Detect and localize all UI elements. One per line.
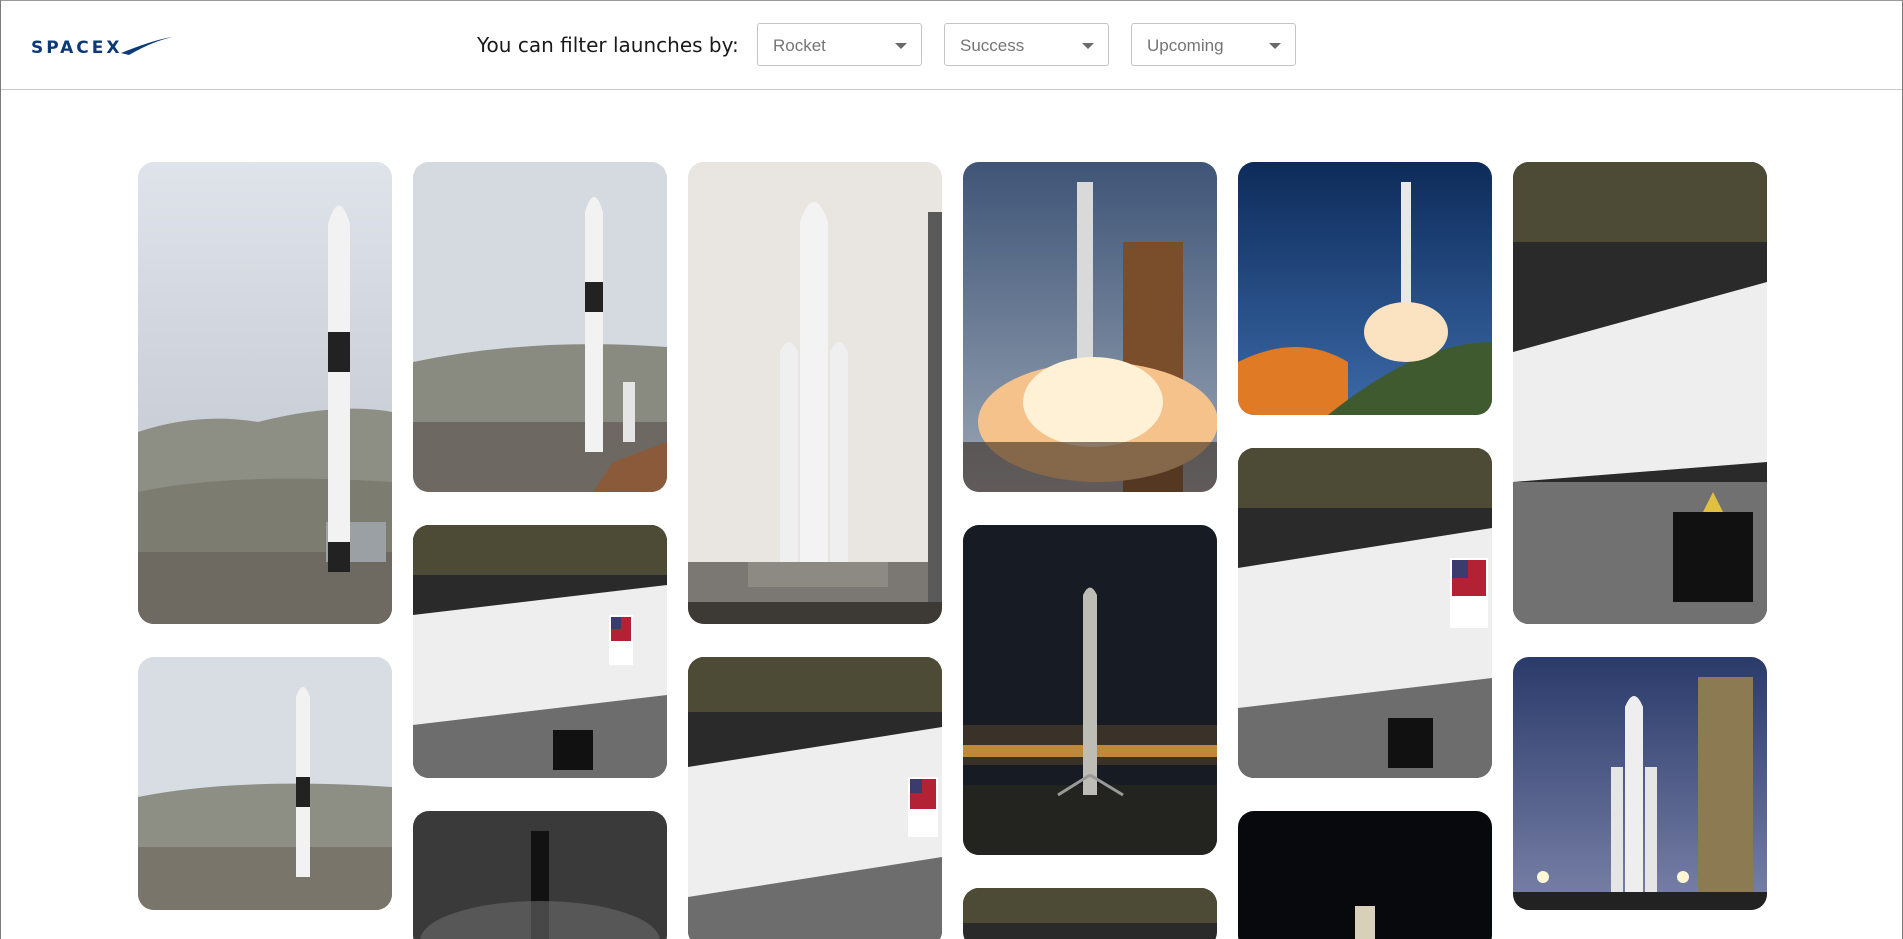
rocket-filter-select[interactable]: Rocket bbox=[757, 23, 922, 66]
falcon-heavy-night-photo-icon bbox=[1513, 657, 1767, 910]
launch-card[interactable] bbox=[963, 525, 1217, 855]
spacex-logo[interactable]: SPACEX bbox=[31, 31, 176, 61]
filter-label: You can filter launches by: bbox=[477, 33, 739, 57]
rocket-night-landing-photo-icon bbox=[963, 525, 1217, 855]
rocket-launch-photo-icon bbox=[963, 162, 1217, 492]
launch-card[interactable] bbox=[138, 162, 392, 624]
falcon-heavy-photo-icon bbox=[688, 162, 942, 624]
success-filter-value: Success bbox=[960, 36, 1025, 55]
success-filter-select[interactable]: Success bbox=[944, 23, 1109, 66]
launch-card[interactable] bbox=[413, 811, 667, 939]
rocket-hangar-photo-icon bbox=[1238, 448, 1492, 778]
rocket-on-pad-photo-icon bbox=[138, 657, 392, 910]
rocket-launch-photo-icon bbox=[1238, 162, 1492, 415]
rocket-hangar-photo-icon bbox=[688, 657, 942, 939]
launch-card[interactable] bbox=[1513, 162, 1767, 624]
launch-card[interactable] bbox=[1513, 657, 1767, 910]
rocket-hangar-photo-icon bbox=[1513, 162, 1767, 624]
launch-card[interactable] bbox=[688, 657, 942, 939]
launch-card[interactable] bbox=[413, 525, 667, 778]
rocket-night-photo-icon bbox=[1238, 811, 1492, 939]
launch-card[interactable] bbox=[963, 888, 1217, 939]
rocket-hangar-photo-icon bbox=[963, 888, 1217, 939]
launch-card[interactable] bbox=[138, 657, 392, 910]
upcoming-filter-select[interactable]: Upcoming bbox=[1131, 23, 1296, 66]
app-frame: SPACEX You can filter launches by: Rocke… bbox=[0, 0, 1903, 939]
launch-card[interactable] bbox=[963, 162, 1217, 492]
launch-card[interactable] bbox=[1238, 811, 1492, 939]
rocket-filter-value: Rocket bbox=[773, 36, 826, 55]
chevron-down-icon bbox=[895, 43, 907, 49]
upcoming-filter-value: Upcoming bbox=[1147, 36, 1224, 55]
launch-card[interactable] bbox=[1238, 162, 1492, 415]
launch-card[interactable] bbox=[688, 162, 942, 624]
rocket-on-pad-photo-icon bbox=[413, 162, 667, 492]
rocket-on-pad-photo-icon bbox=[138, 162, 392, 624]
rocket-hangar-photo-icon bbox=[413, 525, 667, 778]
logo-swoosh-icon bbox=[121, 37, 173, 55]
chevron-down-icon bbox=[1082, 43, 1094, 49]
rocket-night-photo-icon bbox=[413, 811, 667, 939]
launch-card[interactable] bbox=[413, 162, 667, 492]
launch-card[interactable] bbox=[1238, 448, 1492, 778]
chevron-down-icon bbox=[1269, 43, 1281, 49]
top-bar: SPACEX You can filter launches by: Rocke… bbox=[1, 1, 1902, 90]
